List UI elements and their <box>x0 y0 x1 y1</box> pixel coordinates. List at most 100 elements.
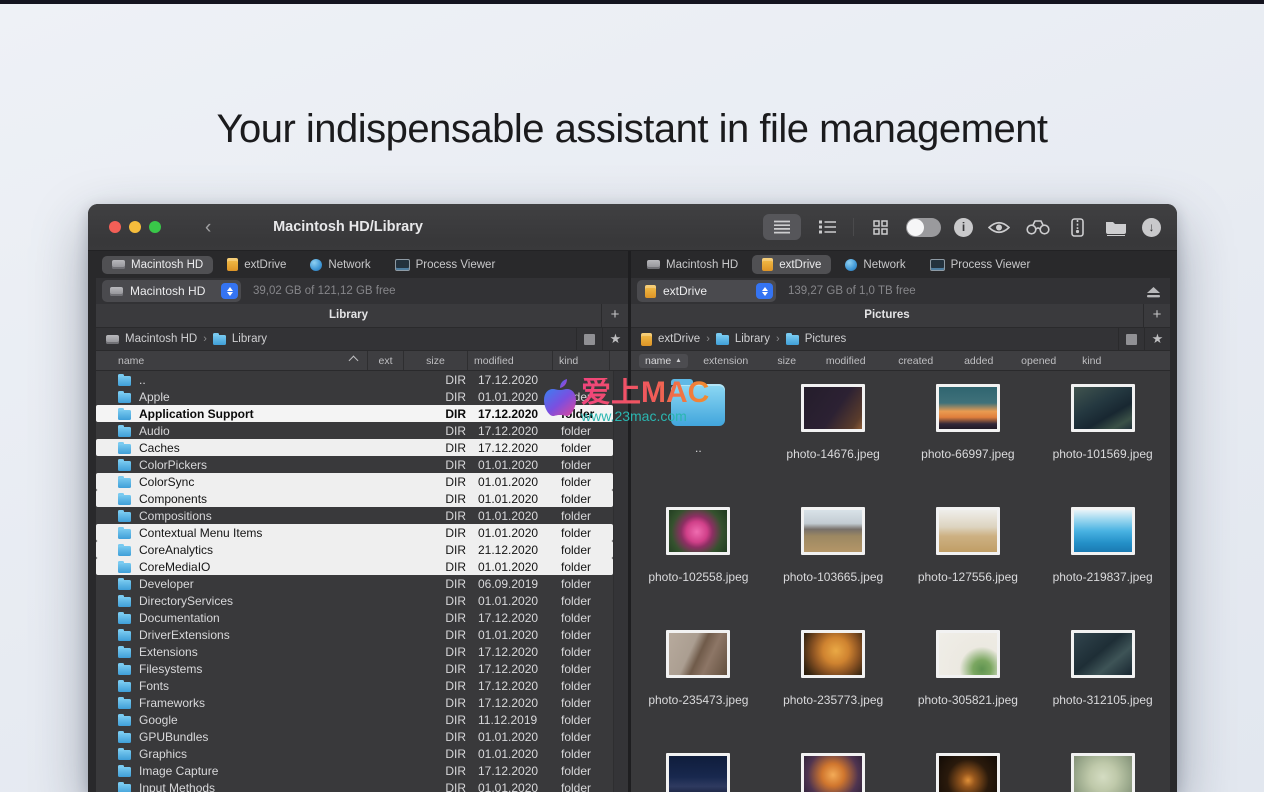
grid-item-photo-312105-jpeg[interactable]: photo-312105.jpeg <box>1035 630 1170 753</box>
folder-icon <box>118 764 131 777</box>
grid-item-photo-102558-jpeg[interactable]: photo-102558.jpeg <box>631 507 766 630</box>
column-header-size[interactable]: size <box>764 355 810 367</box>
column-header-created[interactable]: created <box>882 355 950 367</box>
zoom-button[interactable] <box>149 221 161 233</box>
column-header-ext[interactable]: ext <box>368 351 404 370</box>
file-row-fonts[interactable]: Fonts DIR 17.12.2020 folder <box>96 677 613 694</box>
left-drive-selector[interactable]: Macintosh HD <box>102 280 241 302</box>
file-row-contextual-menu-items[interactable]: Contextual Menu Items DIR 01.01.2020 fol… <box>96 524 613 541</box>
file-row-driverextensions[interactable]: DriverExtensions DIR 01.01.2020 folder <box>96 626 613 643</box>
file-row-input-methods[interactable]: Input Methods DIR 01.01.2020 folder <box>96 779 613 792</box>
minimize-button[interactable] <box>129 221 141 233</box>
file-row-gpubundles[interactable]: GPUBundles DIR 01.01.2020 folder <box>96 728 613 745</box>
new-tab-button[interactable]: + <box>601 304 628 327</box>
grid-view-button[interactable] <box>867 214 893 240</box>
file-row-developer[interactable]: Developer DIR 06.09.2019 folder <box>96 575 613 592</box>
new-tab-button[interactable]: + <box>1143 304 1170 327</box>
photo-thumbnail <box>666 507 731 555</box>
grid-item-glow-orange[interactable] <box>766 753 901 792</box>
file-row-coremediaio[interactable]: CoreMediaIO DIR 01.01.2020 folder <box>96 558 613 575</box>
grid-item-photo-219837-jpeg[interactable]: photo-219837.jpeg <box>1035 507 1170 630</box>
close-button[interactable] <box>109 221 121 233</box>
column-header-modified[interactable]: modified <box>810 355 882 367</box>
column-header-size[interactable]: size <box>404 351 468 370</box>
file-row-graphics[interactable]: Graphics DIR 01.01.2020 folder <box>96 745 613 762</box>
file-row-caches[interactable]: Caches DIR 17.12.2020 folder <box>96 439 613 456</box>
file-row-filesystems[interactable]: Filesystems DIR 17.12.2020 folder <box>96 660 613 677</box>
file-row-extensions[interactable]: Extensions DIR 17.12.2020 folder <box>96 643 613 660</box>
grid-item-photo-235473-jpeg[interactable]: photo-235473.jpeg <box>631 630 766 753</box>
favorites-button[interactable]: ★ <box>1144 328 1170 350</box>
downloads-icon[interactable]: ↓ <box>1142 217 1161 237</box>
grid-item-night-city[interactable] <box>631 753 766 792</box>
grid-item-item[interactable]: .. <box>631 379 766 507</box>
search-binoculars-button[interactable] <box>1025 214 1051 240</box>
preview-toggle[interactable] <box>906 217 941 237</box>
column-header-extension[interactable]: extension <box>688 355 764 367</box>
file-row-application-support[interactable]: Application Support DIR 17.12.2020 folde… <box>96 405 613 422</box>
archive-button[interactable] <box>1064 214 1090 240</box>
column-header-name[interactable]: name ▲ <box>639 353 688 368</box>
file-row-apple[interactable]: Apple DIR 01.01.2020 folder <box>96 388 613 405</box>
tab-macintosh-hd[interactable]: Macintosh HD <box>637 256 748 274</box>
list-view-button[interactable] <box>763 214 801 240</box>
folder-icon <box>118 390 131 403</box>
file-row-compositions[interactable]: Compositions DIR 01.01.2020 folder <box>96 507 613 524</box>
grid-item-photo-14676-jpeg[interactable]: photo-14676.jpeg <box>766 384 901 507</box>
tab-process-viewer[interactable]: Process Viewer <box>385 256 506 274</box>
file-row-directoryservices[interactable]: DirectoryServices DIR 01.01.2020 folder <box>96 592 613 609</box>
pane-mode-button[interactable] <box>576 328 602 350</box>
favorites-button[interactable]: ★ <box>602 328 628 350</box>
columns-view-button[interactable] <box>814 214 840 240</box>
grid-item-dandelion[interactable] <box>1035 753 1170 792</box>
square-icon <box>1126 333 1137 345</box>
file-row-documentation[interactable]: Documentation DIR 17.12.2020 folder <box>96 609 613 626</box>
file-row-audio[interactable]: Audio DIR 17.12.2020 folder <box>96 422 613 439</box>
grid-item-photo-66997-jpeg[interactable]: photo-66997.jpeg <box>901 384 1036 507</box>
drive-stepper-icon[interactable] <box>756 283 773 299</box>
column-header-opened[interactable]: opened <box>1008 355 1070 367</box>
folders-button[interactable] <box>1103 214 1129 240</box>
tab-macintosh-hd[interactable]: Macintosh HD <box>102 255 214 274</box>
tab-process-viewer[interactable]: Process Viewer <box>920 256 1041 274</box>
grid-item-photo-101569-jpeg[interactable]: photo-101569.jpeg <box>1035 384 1170 507</box>
column-header-modified[interactable]: modified <box>468 351 553 370</box>
file-row-coreanalytics[interactable]: CoreAnalytics DIR 21.12.2020 folder <box>96 541 613 558</box>
breadcrumb-item-library[interactable]: Library <box>715 333 770 345</box>
tab-network[interactable]: Network <box>835 256 915 274</box>
column-header-name[interactable]: name <box>96 351 368 370</box>
eject-icon[interactable] <box>1147 285 1160 303</box>
right-folder-tab-title[interactable]: Pictures <box>631 304 1143 327</box>
folder-icon <box>118 441 131 454</box>
file-row-components[interactable]: Components DIR 01.01.2020 folder <box>96 490 613 507</box>
right-drive-selector[interactable]: extDrive <box>637 280 776 302</box>
file-row-google[interactable]: Google DIR 11.12.2019 folder <box>96 711 613 728</box>
folder-icon <box>118 543 131 556</box>
breadcrumb-item-pictures[interactable]: Pictures <box>785 333 846 345</box>
tab-network[interactable]: Network <box>300 256 380 274</box>
file-row-image-capture[interactable]: Image Capture DIR 17.12.2020 folder <box>96 762 613 779</box>
column-header-kind[interactable]: kind <box>553 351 610 370</box>
grid-item-light-circle[interactable] <box>901 753 1036 792</box>
file-row-frameworks[interactable]: Frameworks DIR 17.12.2020 folder <box>96 694 613 711</box>
grid-item-photo-103665-jpeg[interactable]: photo-103665.jpeg <box>766 507 901 630</box>
column-header-kind[interactable]: kind <box>1070 355 1114 367</box>
breadcrumb-item-macintosh-hd[interactable]: Macintosh HD <box>106 333 197 345</box>
left-folder-tab-title[interactable]: Library <box>96 304 601 327</box>
pane-mode-button[interactable] <box>1118 328 1144 350</box>
file-row-item[interactable]: .. DIR 17.12.2020 <box>96 371 613 388</box>
info-icon[interactable]: i <box>954 217 973 237</box>
tab-extdrive[interactable]: extDrive <box>217 255 296 274</box>
breadcrumb-item-library[interactable]: Library <box>212 333 267 345</box>
drive-stepper-icon[interactable] <box>221 283 238 299</box>
column-header-added[interactable]: added <box>950 355 1008 367</box>
file-row-colorsync[interactable]: ColorSync DIR 01.01.2020 folder <box>96 473 613 490</box>
grid-item-photo-235773-jpeg[interactable]: photo-235773.jpeg <box>766 630 901 753</box>
quick-look-eye-button[interactable] <box>986 214 1012 240</box>
tab-extdrive[interactable]: extDrive <box>752 255 832 274</box>
grid-item-photo-305821-jpeg[interactable]: photo-305821.jpeg <box>901 630 1036 753</box>
breadcrumb-item-extdrive[interactable]: extDrive <box>641 332 700 346</box>
file-row-colorpickers[interactable]: ColorPickers DIR 01.01.2020 folder <box>96 456 613 473</box>
photo-thumbnail <box>1070 507 1135 555</box>
grid-item-photo-127556-jpeg[interactable]: photo-127556.jpeg <box>901 507 1036 630</box>
